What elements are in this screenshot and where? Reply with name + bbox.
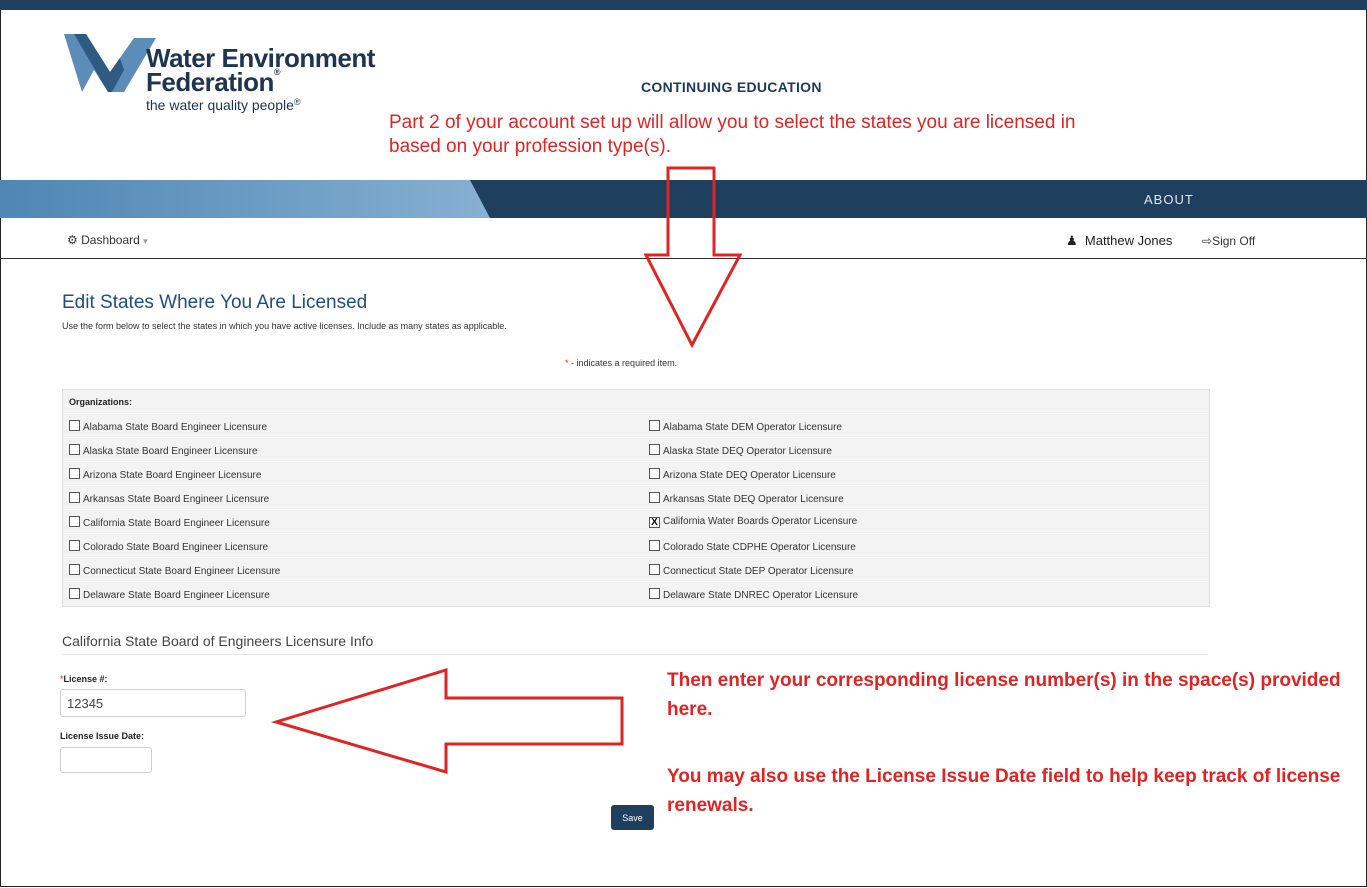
annotation-arrows [270,166,743,775]
left-arrow-icon [270,667,624,775]
down-arrow-icon [643,166,743,349]
